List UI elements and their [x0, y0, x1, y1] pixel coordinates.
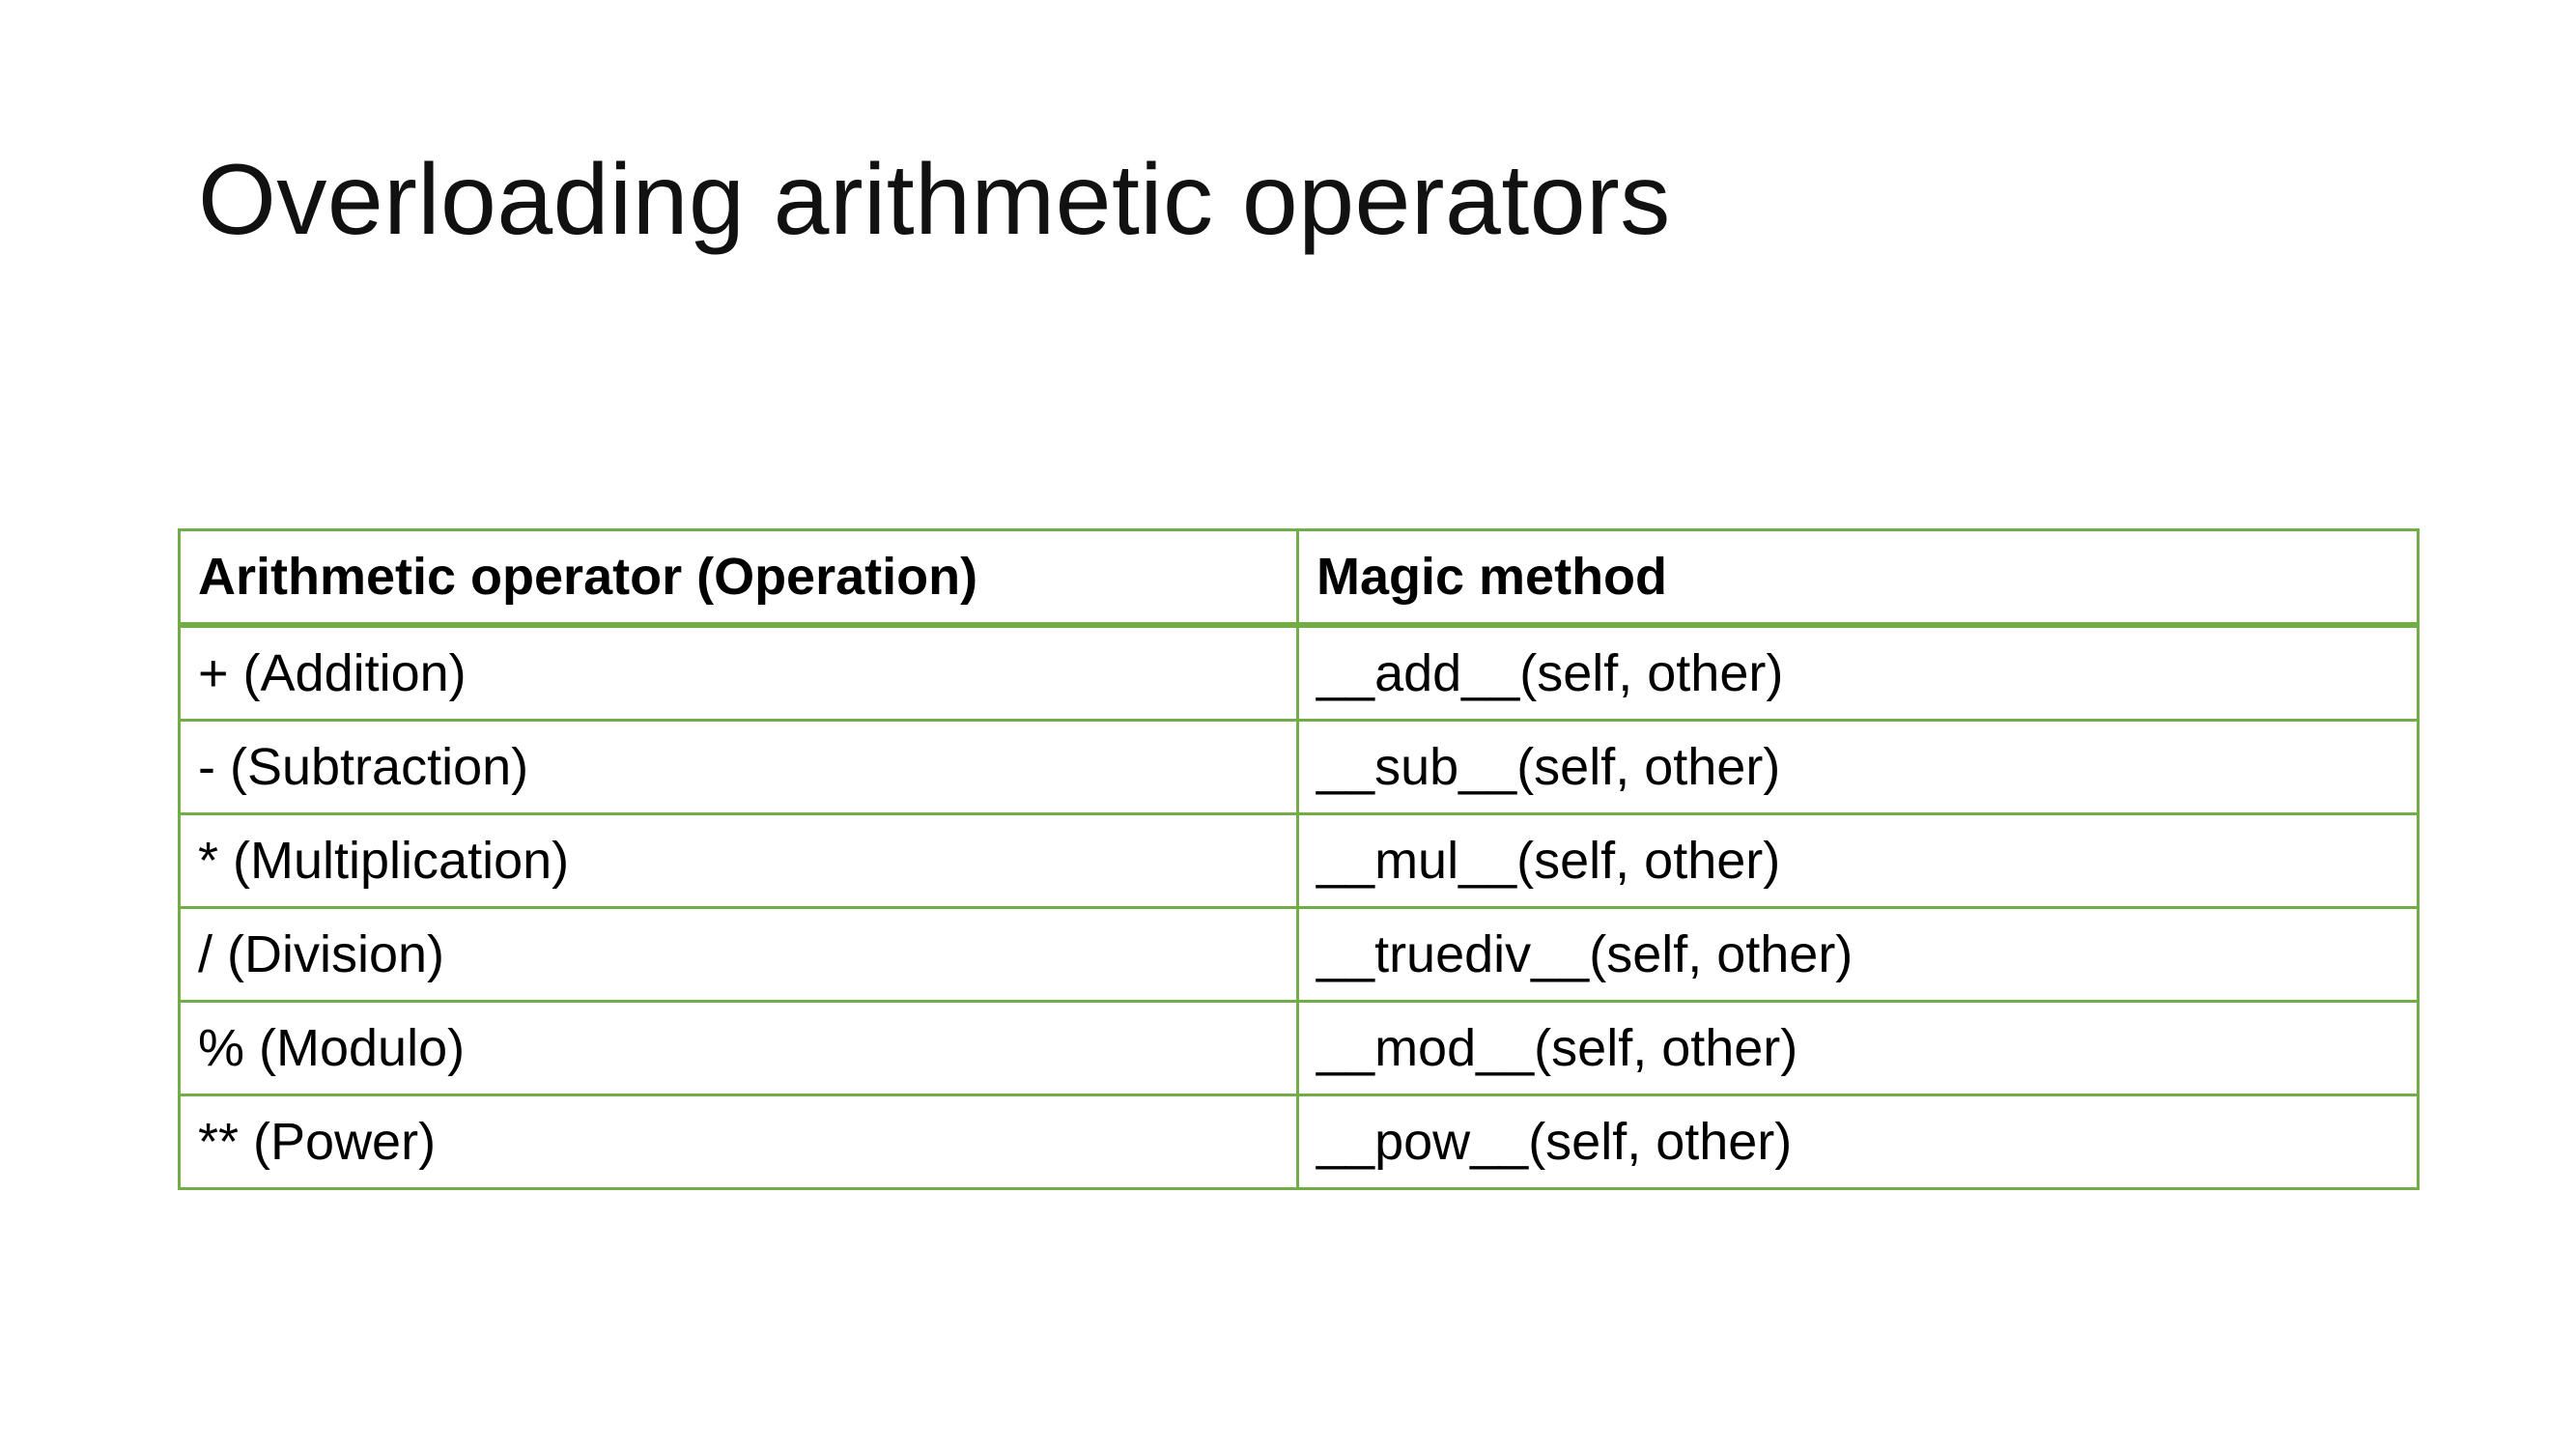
table-row: * (Multiplication) __mul__(self, other): [178, 812, 2420, 909]
table-header-row: Arithmetic operator (Operation) Magic me…: [178, 528, 2420, 628]
operator-table: Arithmetic operator (Operation) Magic me…: [178, 528, 2420, 1190]
magic-method-cell: __sub__(self, other): [1296, 719, 2420, 815]
operator-cell: ** (Power): [178, 1094, 1299, 1190]
header-magic-method: Magic method: [1296, 528, 2420, 628]
header-operator: Arithmetic operator (Operation): [178, 528, 1299, 628]
slide-title: Overloading arithmetic operators: [198, 144, 1671, 256]
table-row: - (Subtraction) __sub__(self, other): [178, 719, 2420, 815]
table-row: ** (Power) __pow__(self, other): [178, 1094, 2420, 1190]
operator-cell: % (Modulo): [178, 1000, 1299, 1096]
magic-method-cell: __mod__(self, other): [1296, 1000, 2420, 1096]
magic-method-cell: __add__(self, other): [1296, 623, 2420, 722]
operator-cell: * (Multiplication): [178, 812, 1299, 909]
operator-cell: - (Subtraction): [178, 719, 1299, 815]
magic-method-cell: __truediv__(self, other): [1296, 906, 2420, 1003]
table-row: / (Division) __truediv__(self, other): [178, 906, 2420, 1003]
magic-method-cell: __mul__(self, other): [1296, 812, 2420, 909]
operator-cell: + (Addition): [178, 623, 1299, 722]
magic-method-cell: __pow__(self, other): [1296, 1094, 2420, 1190]
table-row: + (Addition) __add__(self, other): [178, 623, 2420, 722]
table-row: % (Modulo) __mod__(self, other): [178, 1000, 2420, 1096]
operator-cell: / (Division): [178, 906, 1299, 1003]
